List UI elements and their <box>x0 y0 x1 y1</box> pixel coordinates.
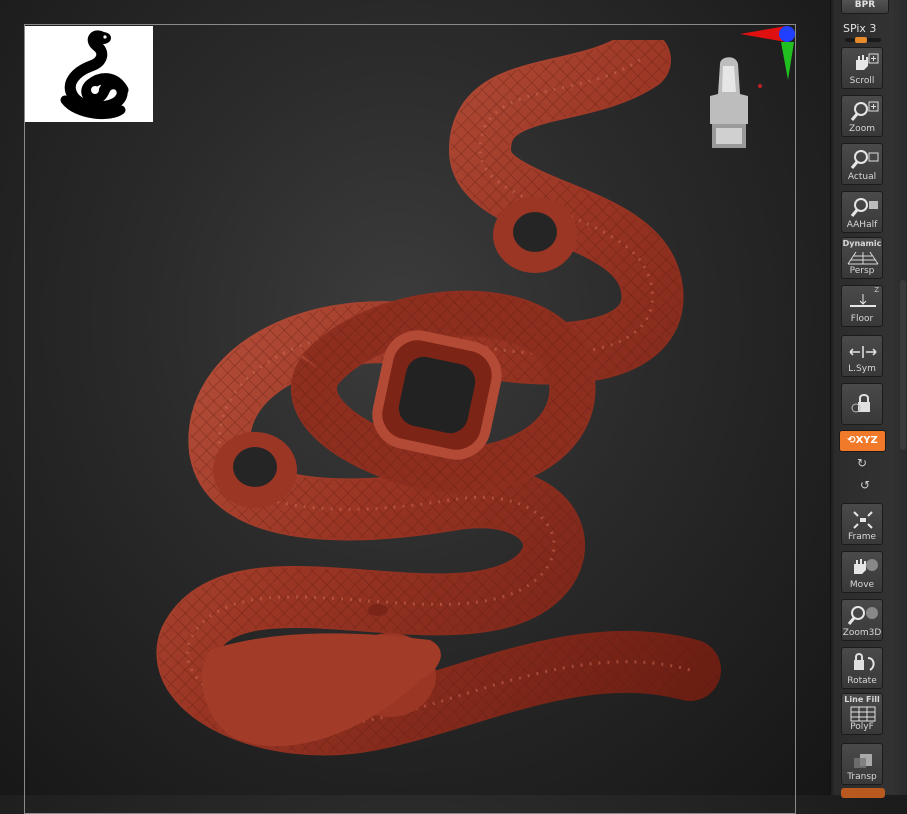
spix-label: SPix 3 <box>843 22 877 35</box>
canvas-viewport[interactable] <box>0 0 830 814</box>
zoom-button[interactable]: Zoom <box>841 95 883 137</box>
y-rotate-icon[interactable]: ↻ <box>853 456 871 472</box>
magnifier-icon <box>850 101 879 121</box>
hand-icon <box>856 53 879 70</box>
lock-icon <box>851 394 870 413</box>
persp-button[interactable]: Dynamic Persp <box>841 237 883 279</box>
axis-z-icon <box>779 26 795 42</box>
z-rotate-icon[interactable]: ↺ <box>856 478 874 494</box>
head-gizmo-icon <box>710 57 748 148</box>
actual-button[interactable]: Actual <box>841 143 883 185</box>
shelf-bottom-tab[interactable] <box>841 788 885 798</box>
floor-button[interactable]: Z Floor <box>841 285 883 327</box>
axis-y-icon <box>781 42 794 80</box>
shelf-scrollbar[interactable] <box>900 280 906 450</box>
polyframe-icon <box>850 706 876 722</box>
transparency-icon <box>854 754 872 768</box>
navigation-gizmo[interactable] <box>690 24 800 159</box>
spix-slider-handle[interactable] <box>855 37 867 43</box>
magnifier-icon <box>850 198 878 217</box>
floor-icon <box>850 294 876 307</box>
snake-silhouette-icon <box>60 30 129 120</box>
polyf-button[interactable]: Line Fill PolyF <box>841 693 883 735</box>
rotate-icon <box>854 653 875 671</box>
rotate-arrow-icon: ⟲ <box>847 435 856 446</box>
magnifier-icon <box>847 606 878 625</box>
bpr-button[interactable]: BPR <box>841 0 889 14</box>
move-button[interactable]: Move <box>841 551 883 593</box>
symmetry-icon <box>849 346 877 358</box>
frame-icon <box>853 511 873 529</box>
spix-slider[interactable] <box>845 37 881 43</box>
xyz-rotate-toggle[interactable]: ⟲XYZ <box>839 430 886 452</box>
grid-icon <box>847 251 879 265</box>
ring-loop-left <box>213 432 297 508</box>
snake-ring-model[interactable] <box>150 40 730 780</box>
transp-button[interactable]: Transp <box>841 743 883 785</box>
right-shelf: BPR SPix 3 Scroll Zoom Actual AAHalf Dyn… <box>830 0 907 798</box>
zoom3d-button[interactable]: Zoom3D <box>841 599 883 641</box>
aahalf-button[interactable]: AAHalf <box>841 191 883 233</box>
frame-button[interactable]: Frame <box>841 503 883 545</box>
local-lock-button[interactable] <box>841 383 883 425</box>
ring-loop-top <box>493 197 577 273</box>
alpha-thumbnail[interactable] <box>25 26 153 122</box>
hand-icon <box>854 559 878 574</box>
lsym-button[interactable]: L.Sym <box>841 335 883 377</box>
magnifier-icon <box>850 150 879 169</box>
scroll-button[interactable]: Scroll <box>841 47 883 89</box>
rotate-button[interactable]: Rotate <box>841 647 883 689</box>
